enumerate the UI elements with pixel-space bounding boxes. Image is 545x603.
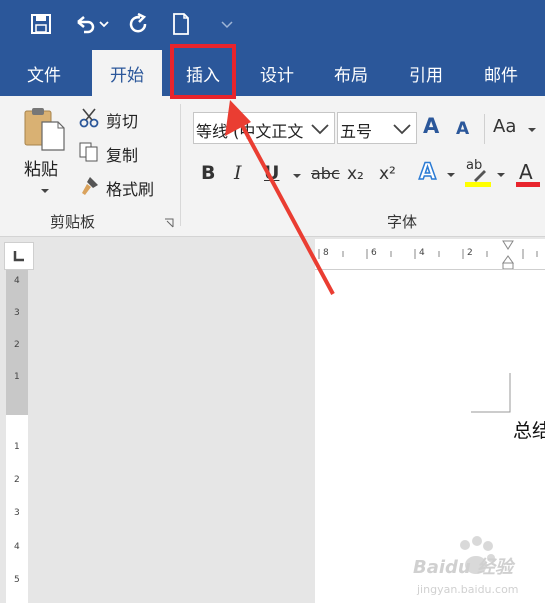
undo-icon (77, 16, 95, 34)
tab-file[interactable]: 文件 (10, 50, 78, 96)
underline-label: U (264, 162, 280, 184)
font-color-button[interactable]: A (515, 160, 545, 190)
font-name-dropdown[interactable]: 等线 (中文正文 (193, 112, 335, 144)
customize-toolbar-button[interactable] (212, 8, 242, 40)
font-size-value: 五号 (340, 122, 373, 141)
shrink-font-icon: A (456, 119, 470, 139)
undo-dropdown[interactable] (97, 8, 111, 40)
tab-mailings[interactable]: 邮件 (468, 50, 534, 96)
copy-label: 复制 (106, 146, 139, 165)
text-effects-icon: A (418, 159, 437, 186)
group-separator (180, 104, 181, 226)
shrink-font-button[interactable]: A (455, 116, 475, 142)
baidu-watermark: Baidu 经验 jingyan.baidu.com (405, 535, 545, 603)
chevron-down-icon (311, 124, 329, 135)
ruler-number: 3 (14, 508, 20, 518)
chevron-down-icon (528, 128, 536, 132)
highlight-color-bar (465, 182, 491, 187)
text-effects-button[interactable]: A (418, 159, 458, 188)
tab-layout[interactable]: 布局 (318, 50, 384, 96)
italic-button[interactable]: I (230, 162, 252, 188)
paintbrush-icon (82, 177, 98, 195)
watermark-brand: Baidu 经验 (413, 557, 514, 578)
horizontal-ruler[interactable]: 8 6 4 2 (315, 239, 545, 270)
ruler-number: 1 (14, 442, 20, 452)
ruler-number: 4 (14, 276, 20, 286)
dialog-launcher-icon[interactable] (164, 218, 174, 228)
tab-design[interactable]: 设计 (244, 50, 310, 96)
repeat-icon (129, 13, 147, 33)
font-color-bar (516, 182, 540, 187)
ribbon-home: 粘贴 剪切 复制 格式刷 剪贴板 等线 (中文正文 五号 A A Aa B I … (0, 96, 545, 237)
paste-button[interactable]: 粘贴 (18, 106, 70, 202)
strikethrough-button[interactable]: abc (310, 162, 342, 188)
ruler-number: 2 (467, 248, 473, 258)
bold-button[interactable]: B (198, 162, 220, 188)
document-text: 总结 (513, 420, 545, 442)
format-painter-label: 格式刷 (106, 180, 155, 199)
tab-stop-icon (13, 251, 24, 262)
chevron-down-icon (497, 173, 505, 177)
superscript-button[interactable]: x² (378, 162, 402, 188)
ruler-number: 4 (419, 248, 425, 258)
quick-access-toolbar (0, 0, 545, 50)
format-painter-button[interactable]: 格式刷 (78, 174, 168, 200)
subscript-button[interactable]: x₂ (346, 162, 370, 188)
watermark-url: jingyan.baidu.com (417, 583, 519, 596)
ruler-number: 2 (14, 475, 20, 485)
chevron-down-icon (41, 189, 49, 193)
tab-home[interactable]: 开始 (92, 50, 162, 96)
ruler-ticks (318, 240, 538, 269)
strikethrough-label: abc (311, 164, 340, 183)
grow-font-button[interactable]: A (422, 114, 444, 142)
chevron-down-icon (393, 124, 411, 135)
italic-label: I (234, 162, 242, 184)
ribbon-tabs: 文件 开始 插入 设计 布局 引用 邮件 (0, 50, 545, 96)
superscript-label: x² (379, 164, 396, 184)
font-group-label: 字体 (387, 213, 418, 231)
clipboard-group-label: 剪贴板 (50, 213, 96, 231)
margin-corner-mark (471, 373, 511, 413)
ruler-number: 6 (371, 248, 377, 258)
new-document-icon (173, 13, 189, 35)
highlight-box (170, 44, 236, 99)
ruler-toggle-button[interactable] (4, 242, 34, 270)
clipboard-paste-icon (24, 108, 65, 151)
chevron-down-icon (293, 174, 301, 178)
paste-label: 粘贴 (24, 160, 58, 180)
save-button[interactable] (26, 8, 56, 40)
underline-button[interactable]: U (262, 162, 302, 188)
copy-button[interactable]: 复制 (78, 140, 148, 166)
redo-button[interactable] (124, 8, 154, 40)
font-divider (484, 114, 485, 144)
ruler-number: 4 (14, 542, 20, 552)
ruler-number: 2 (14, 340, 20, 350)
ruler-number: 3 (14, 308, 20, 318)
save-icon (31, 14, 51, 34)
change-case-button[interactable]: Aa (493, 114, 543, 142)
cut-button[interactable]: 剪切 (78, 106, 148, 132)
ruler-number: 8 (323, 248, 329, 258)
change-case-icon: Aa (493, 116, 517, 137)
tab-references[interactable]: 引用 (393, 50, 459, 96)
ruler-number: 5 (14, 575, 20, 585)
subscript-label: x₂ (347, 164, 364, 184)
chevron-down-icon (99, 21, 109, 28)
highlight-color-button[interactable]: ab (464, 158, 508, 190)
copy-icon (79, 142, 98, 162)
grow-font-icon: A (423, 114, 440, 138)
customize-dropdown-icon (221, 21, 233, 29)
ruler-number: 1 (14, 372, 20, 382)
chevron-down-icon (447, 173, 455, 177)
undo-button[interactable] (70, 8, 100, 40)
scissors-icon (79, 108, 99, 128)
font-size-dropdown[interactable]: 五号 (337, 112, 417, 144)
cut-label: 剪切 (106, 112, 139, 131)
new-document-button[interactable] (166, 8, 196, 40)
font-color-icon: A (519, 160, 533, 184)
bold-label: B (201, 162, 216, 184)
vertical-ruler[interactable]: 4 3 2 1 1 2 3 4 5 (6, 270, 28, 603)
font-name-value: 等线 (中文正文 (196, 122, 304, 141)
